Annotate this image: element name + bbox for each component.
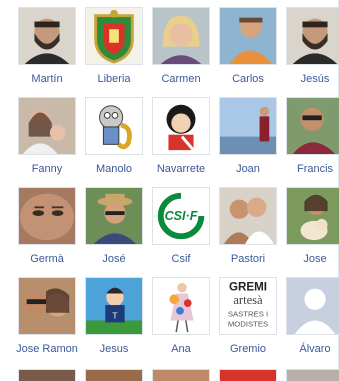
friend-photo[interactable] xyxy=(18,7,76,65)
friend-name[interactable]: Jesús xyxy=(278,73,339,86)
friend-photo[interactable]: GREMI artesà SASTRES I MODISTES xyxy=(219,277,277,335)
friend-name[interactable]: Carlos xyxy=(211,73,285,86)
friend-tile[interactable]: T Jesus xyxy=(81,277,147,367)
friend-tile[interactable]: Liberia xyxy=(81,7,147,97)
friend-tile[interactable]: Germà xyxy=(14,187,80,277)
friend-photo[interactable] xyxy=(286,97,339,155)
friend-tile[interactable]: José xyxy=(81,187,147,277)
friend-photo[interactable] xyxy=(18,187,76,245)
friend-photo[interactable] xyxy=(286,277,339,335)
friend-photo-partial[interactable] xyxy=(219,369,277,381)
friend-photo[interactable]: T xyxy=(85,277,143,335)
friend-tile[interactable]: Francis xyxy=(282,97,339,187)
friend-photo[interactable]: CSI·F xyxy=(152,187,210,245)
friend-name[interactable]: Fanny xyxy=(10,163,84,176)
friend-photo[interactable] xyxy=(18,97,76,155)
friend-tile[interactable]: Fanny xyxy=(14,97,80,187)
svg-text:MODISTES: MODISTES xyxy=(228,319,268,328)
friend-name[interactable]: Jose xyxy=(278,253,339,266)
friend-photo-partial[interactable] xyxy=(18,369,76,381)
friend-name[interactable]: Ana xyxy=(144,343,218,356)
friend-tile[interactable]: Carmen xyxy=(148,7,214,97)
friend-name[interactable]: Carmen xyxy=(144,73,218,86)
svg-text:SASTRES I: SASTRES I xyxy=(228,310,268,319)
svg-text:CSI·F: CSI·F xyxy=(165,209,198,223)
friend-photo[interactable] xyxy=(152,97,210,155)
svg-text:artesà: artesà xyxy=(233,293,263,307)
friend-photo-partial[interactable] xyxy=(152,369,210,381)
friend-tile[interactable]: Pastori xyxy=(215,187,281,277)
friend-name[interactable]: Pastori xyxy=(211,253,285,266)
svg-text:GREMI: GREMI xyxy=(229,282,267,294)
friend-name[interactable]: Joan xyxy=(211,163,285,176)
friend-tile[interactable]: Carlos xyxy=(215,7,281,97)
friend-name[interactable]: Jesus xyxy=(77,343,151,356)
friend-name[interactable]: Liberia xyxy=(77,73,151,86)
friends-grid: Martín Liberia Carmen Carlos Jesús Fanny Manol… xyxy=(0,0,339,381)
friend-name[interactable]: Csif xyxy=(144,253,218,266)
friend-photo[interactable] xyxy=(219,187,277,245)
friend-photo[interactable] xyxy=(85,97,143,155)
friend-name[interactable]: Jose Ramon xyxy=(10,343,84,356)
friend-photo[interactable] xyxy=(152,277,210,335)
friend-tile[interactable]: GREMI artesà SASTRES I MODISTES Gremio xyxy=(215,277,281,367)
svg-text:T: T xyxy=(112,311,118,321)
friend-photo[interactable] xyxy=(85,187,143,245)
friend-name[interactable]: José xyxy=(77,253,151,266)
friend-photo-partial[interactable] xyxy=(85,369,143,381)
friend-tile[interactable]: Manolo xyxy=(81,97,147,187)
friend-tile[interactable]: Joan xyxy=(215,97,281,187)
friend-tile[interactable]: Jesús xyxy=(282,7,339,97)
friend-tile[interactable]: CSI·F Csif xyxy=(148,187,214,277)
friend-photo[interactable] xyxy=(286,7,339,65)
friend-photo[interactable] xyxy=(219,7,277,65)
friend-tile[interactable]: Navarrete xyxy=(148,97,214,187)
friend-tile[interactable]: Martín xyxy=(14,7,80,97)
friend-tile[interactable]: Jose xyxy=(282,187,339,277)
friend-photo[interactable] xyxy=(152,7,210,65)
friend-tile[interactable]: Álvaro xyxy=(282,277,339,367)
friend-name[interactable]: Martín xyxy=(10,73,84,86)
friend-tile[interactable]: Ana xyxy=(148,277,214,367)
friend-photo[interactable] xyxy=(286,187,339,245)
friend-name[interactable]: Germà xyxy=(10,253,84,266)
friend-tile[interactable]: Jose Ramon xyxy=(14,277,80,367)
friend-name[interactable]: Francis xyxy=(278,163,339,176)
friend-photo-partial[interactable] xyxy=(286,369,339,381)
friend-name[interactable]: Manolo xyxy=(77,163,151,176)
friend-name[interactable]: Gremio xyxy=(211,343,285,356)
friend-name[interactable]: Navarrete xyxy=(144,163,218,176)
friend-photo[interactable] xyxy=(219,97,277,155)
friend-photo[interactable] xyxy=(85,7,143,65)
friend-photo[interactable] xyxy=(18,277,76,335)
friend-name[interactable]: Álvaro xyxy=(278,343,339,356)
